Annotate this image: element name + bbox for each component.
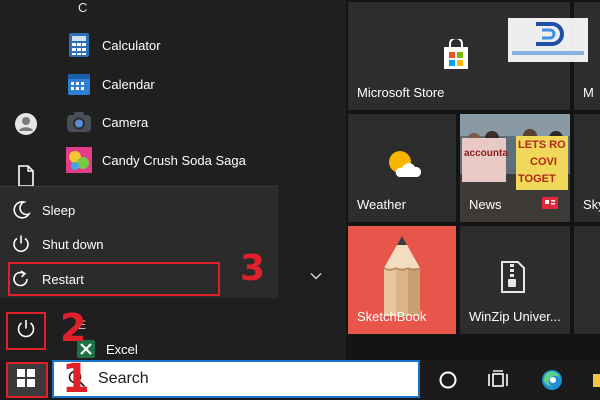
file-explorer-icon[interactable]	[588, 366, 600, 394]
calendar-icon	[66, 71, 92, 97]
task-view-icon[interactable]	[484, 366, 512, 394]
app-label: Calendar	[102, 76, 155, 92]
tile-label: Sky	[583, 197, 600, 212]
shut-down-label: Shut down	[42, 236, 104, 252]
tile-sketchbook[interactable]: SketchBook	[348, 226, 456, 334]
protest-sign: LETS RO	[518, 139, 566, 151]
sketchbook-pencil-icon	[380, 234, 424, 319]
store-icon	[441, 37, 471, 74]
sleep-label: Sleep	[42, 202, 76, 218]
tile-label: SketchBook	[357, 309, 427, 324]
protest-sign: COVI	[530, 156, 557, 168]
app-item-candy-crush[interactable]: Candy Crush Soda Saga	[66, 145, 246, 175]
start-button-highlight-box	[6, 362, 48, 398]
calculator-icon	[66, 32, 92, 58]
shut-down-option[interactable]: Shut down	[10, 229, 103, 259]
section-header-c[interactable]: C	[78, 0, 87, 15]
restart-highlight-box	[8, 262, 220, 296]
chevron-down-icon[interactable]	[306, 266, 326, 286]
taskbar-search-box[interactable]: Search	[52, 360, 420, 398]
step-2-number: 2	[60, 306, 87, 350]
tile-label: Weather	[357, 197, 406, 212]
protest-sign: accounta	[464, 148, 508, 159]
start-menu-app-list	[0, 0, 346, 360]
power-button-highlight-box	[6, 312, 46, 350]
camera-icon	[66, 109, 92, 135]
candy-crush-icon	[66, 147, 92, 173]
tile-news[interactable]: accounta LETS RO COVI TOGET News	[460, 114, 570, 222]
edge-icon[interactable]	[538, 366, 566, 394]
news-icon	[542, 197, 558, 212]
tile-winzip[interactable]: WinZip Univer...	[460, 226, 570, 334]
protest-sign: TOGET	[518, 173, 556, 185]
tile-label: News	[469, 197, 502, 212]
documents-icon[interactable]	[14, 164, 38, 188]
power-icon	[10, 233, 32, 255]
tile-label: Microsoft Store	[357, 85, 445, 100]
tile-partial-sky[interactable]: Sky	[574, 114, 600, 222]
user-account-icon[interactable]	[14, 112, 38, 136]
app-item-camera[interactable]: Camera	[66, 107, 148, 137]
step-1-number: 1	[62, 356, 90, 400]
app-item-calculator[interactable]: Calculator	[66, 30, 161, 60]
moon-icon	[10, 199, 32, 221]
app-item-calendar[interactable]: Calendar	[66, 69, 155, 99]
tile-label: WinZip Univer...	[469, 309, 561, 324]
site-logo	[508, 18, 588, 62]
app-label: Calculator	[102, 37, 161, 53]
screenshot: C Calculator Calendar Camera Candy Crush…	[0, 0, 600, 400]
weather-icon	[385, 149, 422, 182]
app-label: Candy Crush Soda Saga	[102, 152, 246, 168]
tile-weather[interactable]: Weather	[348, 114, 456, 222]
tile-partial-bottom[interactable]	[574, 226, 600, 334]
app-label: Excel	[106, 341, 138, 357]
app-label: Camera	[102, 114, 149, 130]
tile-label: M	[583, 85, 594, 100]
winzip-icon	[496, 260, 530, 297]
step-3-number: 3	[240, 248, 266, 289]
cortana-icon[interactable]	[434, 366, 462, 394]
sleep-option[interactable]: Sleep	[10, 195, 75, 225]
search-placeholder: Search	[98, 370, 149, 387]
